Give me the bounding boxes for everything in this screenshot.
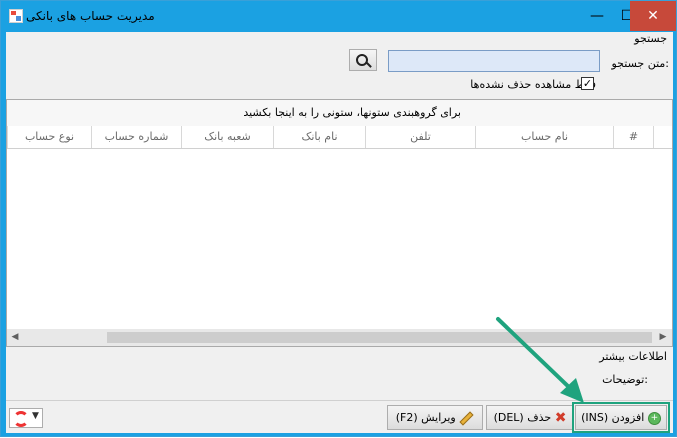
- app-window: مدیریت حساب های بانکی — ☐ ✕ جستجو متن جس…: [0, 0, 677, 437]
- annotation-arrow-icon: [496, 317, 584, 403]
